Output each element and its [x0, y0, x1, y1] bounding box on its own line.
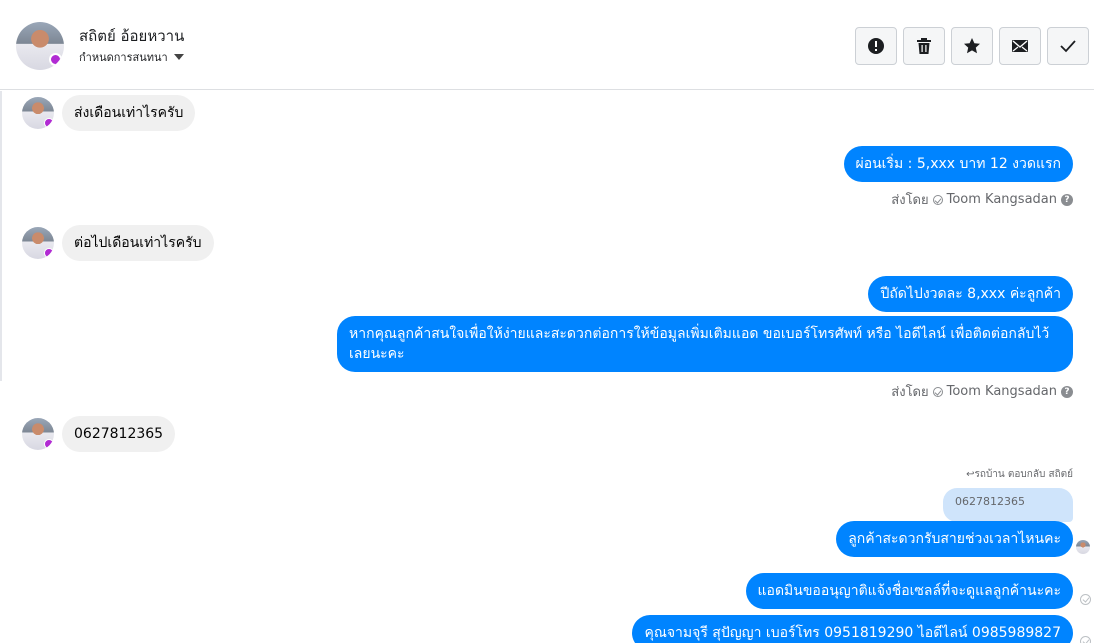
reply-indicator: ↩รถบ้าน ตอบกลับ สถิตย์	[966, 467, 1073, 482]
outgoing-message-bubble[interactable]: หากคุณลูกค้าสนใจเพื่อให้ง่ายและสะดวกต่อก…	[337, 316, 1073, 372]
instagram-badge-icon	[44, 248, 54, 258]
mark-unread-button[interactable]	[999, 27, 1041, 65]
incoming-message: ส่งเดือนเท่าไรครับ	[22, 95, 196, 131]
sender-avatar[interactable]	[22, 418, 54, 450]
sent-check-icon	[932, 386, 943, 397]
caret-down-icon	[173, 54, 184, 60]
avatar-photo	[1076, 540, 1090, 554]
seen-avatar	[1076, 540, 1090, 554]
outgoing-message-bubble[interactable]: คุณจามจุรี สุปัญญา เบอร์โทร 0951819290 ไ…	[632, 615, 1073, 643]
sent-by-label: ส่งโดย	[891, 193, 929, 208]
delete-button[interactable]	[903, 27, 945, 65]
star-button[interactable]	[951, 27, 993, 65]
delivered-check-icon	[1080, 636, 1091, 643]
star-icon	[964, 38, 980, 54]
sender-name: Toom Kangsadan	[946, 384, 1057, 399]
incoming-message: 0627812365	[22, 416, 176, 452]
incoming-message: ต่อไปเดือนเท่าไรครับ	[22, 225, 214, 261]
sender-name: Toom Kangsadan	[946, 192, 1057, 207]
quoted-message[interactable]: 0627812365	[943, 488, 1073, 522]
contact-avatar[interactable]	[16, 22, 64, 70]
sender-avatar[interactable]	[22, 227, 54, 259]
sent-by-line: ส่งโดย Toom Kangsadan ?	[891, 381, 1073, 402]
help-icon[interactable]: ?	[1061, 385, 1073, 398]
instagram-badge-icon	[44, 118, 54, 128]
sent-by-label: ส่งโดย	[891, 385, 929, 400]
instagram-badge-icon	[49, 53, 62, 66]
message-thread[interactable]: ส่งเดือนเท่าไรครับ ผ่อนเริ่ม : 5,xxx บาท…	[0, 91, 1094, 643]
message-bubble[interactable]: 0627812365	[62, 416, 176, 452]
conversation-header: สถิตย์ อ้อยหวาน กำหนดการสนทนา	[0, 0, 1094, 90]
instagram-badge-icon	[44, 439, 54, 449]
help-icon[interactable]: ?	[1061, 193, 1073, 206]
schedule-label: กำหนดการสนทนา	[79, 51, 168, 64]
delivered-check-icon	[1080, 594, 1091, 605]
envelope-icon	[1012, 40, 1028, 52]
outgoing-message-bubble[interactable]: ลูกค้าสะดวกรับสายช่วงเวลาไหนคะ	[836, 521, 1073, 557]
reply-label: รถบ้าน ตอบกลับ สถิตย์	[974, 469, 1073, 480]
outgoing-message-bubble[interactable]: แอดมินขออนุญาติแจ้งชื่อเซลล์ที่จะดูแลลูก…	[745, 573, 1073, 609]
message-bubble[interactable]: ต่อไปเดือนเท่าไรครับ	[62, 225, 214, 261]
mark-done-button[interactable]	[1047, 27, 1089, 65]
reply-arrow-icon: ↩	[966, 469, 975, 480]
alert-icon	[868, 38, 884, 54]
sent-check-icon	[932, 194, 943, 205]
outgoing-message-bubble[interactable]: ผ่อนเริ่ม : 5,xxx บาท 12 งวดแรก	[843, 146, 1073, 182]
sent-by-line: ส่งโดย Toom Kangsadan ?	[891, 189, 1073, 210]
header-toolbar	[855, 27, 1094, 65]
schedule-dropdown[interactable]: กำหนดการสนทนา	[79, 48, 184, 66]
trash-icon	[917, 38, 931, 54]
message-bubble[interactable]: ส่งเดือนเท่าไรครับ	[62, 95, 196, 131]
outgoing-message-bubble[interactable]: ปีถัดไปงวดละ 8,xxx ค่ะลูกค้า	[868, 276, 1073, 312]
checkmark-icon	[1060, 40, 1076, 53]
contact-name[interactable]: สถิตย์ อ้อยหวาน	[79, 24, 184, 48]
sender-avatar[interactable]	[22, 97, 54, 129]
mark-spam-button[interactable]	[855, 27, 897, 65]
scrollbar[interactable]	[0, 91, 2, 381]
